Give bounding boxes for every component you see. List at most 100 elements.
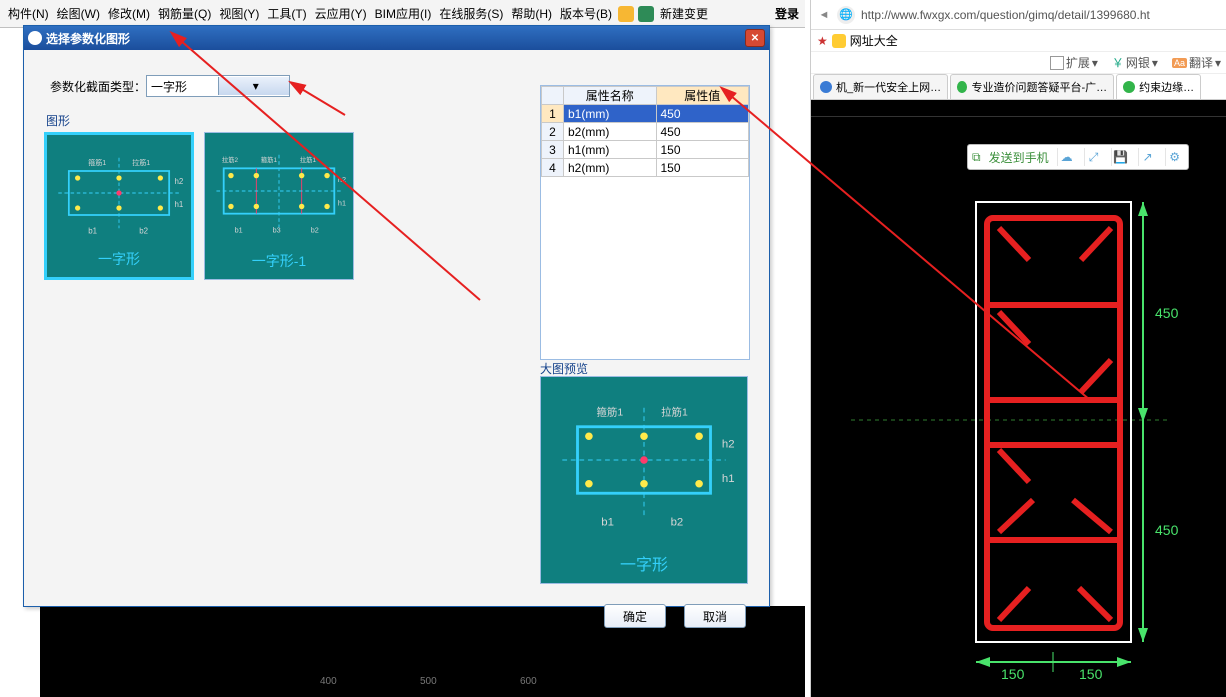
- chevron-down-icon[interactable]: ▾: [218, 77, 290, 95]
- tab-favicon: [957, 81, 967, 93]
- svg-text:拉筋1: 拉筋1: [300, 155, 317, 164]
- menu-item[interactable]: 版本号(B): [556, 0, 616, 28]
- svg-text:箍筋1: 箍筋1: [261, 155, 278, 164]
- save-icon[interactable]: 💾: [1111, 148, 1130, 166]
- new-change-button[interactable]: 新建变更: [656, 0, 712, 28]
- back-icon[interactable]: ◄: [815, 6, 833, 24]
- section-type-select[interactable]: 一字形 ▾: [146, 75, 290, 97]
- dim-label: 150: [1001, 666, 1024, 682]
- table-row[interactable]: 1 b1(mm) 450: [542, 105, 749, 123]
- extensions-button[interactable]: 扩展▾: [1050, 54, 1098, 71]
- section-type-value: 一字形: [147, 78, 218, 95]
- shapes-group-label: 图形: [46, 112, 70, 129]
- svg-text:h2: h2: [722, 439, 735, 451]
- svg-text:h2: h2: [174, 177, 183, 186]
- tile-caption: 一字形-1: [252, 251, 306, 271]
- svg-text:b2: b2: [311, 226, 319, 235]
- param-shape-dialog: 选择参数化图形 ✕ 参数化截面类型： 一字形 ▾ 图形 箍筋1 拉筋1 b1 b…: [23, 25, 770, 607]
- table-row[interactable]: 2 b2(mm) 450: [542, 123, 749, 141]
- login-link[interactable]: 登录: [775, 5, 799, 22]
- svg-text:拉筋2: 拉筋2: [222, 155, 239, 164]
- shape-tile-yizixing-1[interactable]: 拉筋2 箍筋1 拉筋1 b1 b3 b2 h1 h2 一字形-1: [204, 132, 354, 280]
- col-index: [542, 87, 564, 105]
- puzzle-icon: [1050, 56, 1064, 70]
- close-icon[interactable]: ✕: [745, 29, 765, 47]
- menu-item[interactable]: BIM应用(I): [371, 0, 436, 28]
- star-icon[interactable]: ★: [817, 34, 828, 48]
- menu-item[interactable]: 云应用(Y): [311, 0, 371, 28]
- menu-item[interactable]: 绘图(W): [53, 0, 104, 28]
- dim-label: 450: [1155, 522, 1178, 538]
- table-row[interactable]: 4 h2(mm) 150: [542, 159, 749, 177]
- tabs-bar: 机_新一代安全上网… 专业造价问题答疑平台-广… 约束边缘…: [811, 74, 1226, 100]
- svg-text:b2: b2: [139, 226, 148, 235]
- menu-item[interactable]: 在线服务(S): [435, 0, 507, 28]
- cloud-icon[interactable]: ☁: [1057, 148, 1076, 166]
- menu-item[interactable]: 钢筋量(Q): [154, 0, 215, 28]
- floating-toolbar[interactable]: ⧉ 发送到手机 ☁ ⤢ 💾 ↗ ⚙: [967, 144, 1189, 170]
- svg-text:箍筋1: 箍筋1: [597, 405, 624, 418]
- browser-tab-active[interactable]: 约束边缘…: [1116, 74, 1201, 99]
- menu-item[interactable]: 帮助(H): [507, 0, 556, 28]
- shape-tile-yizixing[interactable]: 箍筋1 拉筋1 b1 b2 h1 h2 一字形: [44, 132, 194, 280]
- section-type-label: 参数化截面类型：: [50, 78, 146, 95]
- tab-favicon: [820, 81, 832, 93]
- translate-button[interactable]: Aa翻译▾: [1172, 54, 1221, 71]
- app-menu-bar: 构件(N) 绘图(W) 修改(M) 钢筋量(Q) 视图(Y) 工具(T) 云应用…: [0, 0, 805, 28]
- tab-favicon: [1123, 81, 1135, 93]
- favorites-icon[interactable]: [832, 34, 846, 48]
- browser-tab[interactable]: 专业造价问题答疑平台-广…: [950, 74, 1114, 99]
- svg-text:拉筋1: 拉筋1: [132, 158, 150, 167]
- tools-bar: 扩展▾ ￥网银▾ Aa翻译▾: [811, 52, 1226, 74]
- col-name: 属性名称: [564, 87, 657, 105]
- cancel-button[interactable]: 取消: [684, 604, 746, 628]
- url-input[interactable]: [859, 7, 1223, 23]
- svg-text:b1: b1: [601, 517, 614, 529]
- dialog-title: 选择参数化图形: [46, 30, 745, 47]
- address-bar: ◄ 🌐: [811, 0, 1226, 30]
- svg-text:b2: b2: [671, 517, 684, 529]
- ruler-tick: 400: [320, 676, 337, 687]
- menu-item[interactable]: 构件(N): [4, 0, 53, 28]
- fullscreen-icon[interactable]: ⤢: [1084, 148, 1103, 166]
- preview-caption: 一字形: [620, 551, 668, 575]
- ruler-tick: 500: [420, 676, 437, 687]
- send-phone-icon[interactable]: ⧉: [972, 150, 981, 165]
- new-change-icon[interactable]: [638, 6, 654, 22]
- svg-text:b1: b1: [235, 226, 243, 235]
- tile-caption: 一字形: [98, 249, 140, 269]
- ok-button[interactable]: 确定: [604, 604, 666, 628]
- gear-icon[interactable]: ⚙: [1165, 148, 1184, 166]
- translate-icon: Aa: [1172, 58, 1187, 68]
- preview-group-label: 大图预览: [540, 360, 588, 377]
- svg-text:箍筋1: 箍筋1: [88, 158, 106, 167]
- browser-tab[interactable]: 机_新一代安全上网…: [813, 74, 948, 99]
- svg-text:b1: b1: [88, 226, 97, 235]
- svg-text:h2: h2: [338, 175, 346, 184]
- favorites-label[interactable]: 网址大全: [850, 32, 898, 49]
- bank-button[interactable]: ￥网银▾: [1112, 54, 1158, 71]
- menu-item[interactable]: 视图(Y): [215, 0, 263, 28]
- hardhat-icon[interactable]: [618, 6, 634, 22]
- menu-item[interactable]: 修改(M): [104, 0, 154, 28]
- favorites-bar: ★ 网址大全: [811, 30, 1226, 52]
- dim-label: 150: [1079, 666, 1102, 682]
- table-row[interactable]: 3 h1(mm) 150: [542, 141, 749, 159]
- cad-viewport[interactable]: ⧉ 发送到手机 ☁ ⤢ 💾 ↗ ⚙: [811, 100, 1226, 697]
- browser-panel: ◄ 🌐 ★ 网址大全 扩展▾ ￥网银▾ Aa翻译▾ 机_新一代安全上网… 专业造…: [810, 0, 1226, 697]
- dim-label: 450: [1155, 305, 1178, 321]
- property-table[interactable]: 属性名称 属性值 1 b1(mm) 450 2 b2(mm) 450 3 h1(…: [540, 85, 750, 360]
- app-icon: [28, 31, 42, 45]
- svg-text:h1: h1: [174, 200, 183, 209]
- svg-text:h1: h1: [338, 199, 346, 208]
- ruler-tick: 600: [520, 676, 537, 687]
- send-phone-label[interactable]: 发送到手机: [989, 149, 1049, 166]
- svg-text:拉筋1: 拉筋1: [661, 405, 688, 418]
- dialog-titlebar[interactable]: 选择参数化图形 ✕: [24, 26, 769, 50]
- menu-item[interactable]: 工具(T): [263, 0, 310, 28]
- svg-text:b3: b3: [273, 226, 281, 235]
- big-preview: 箍筋1 拉筋1 b1 b2 h1 h2 一字形: [540, 376, 748, 584]
- share-icon[interactable]: ↗: [1138, 148, 1157, 166]
- col-value: 属性值: [656, 87, 749, 105]
- globe-icon: 🌐: [837, 6, 855, 24]
